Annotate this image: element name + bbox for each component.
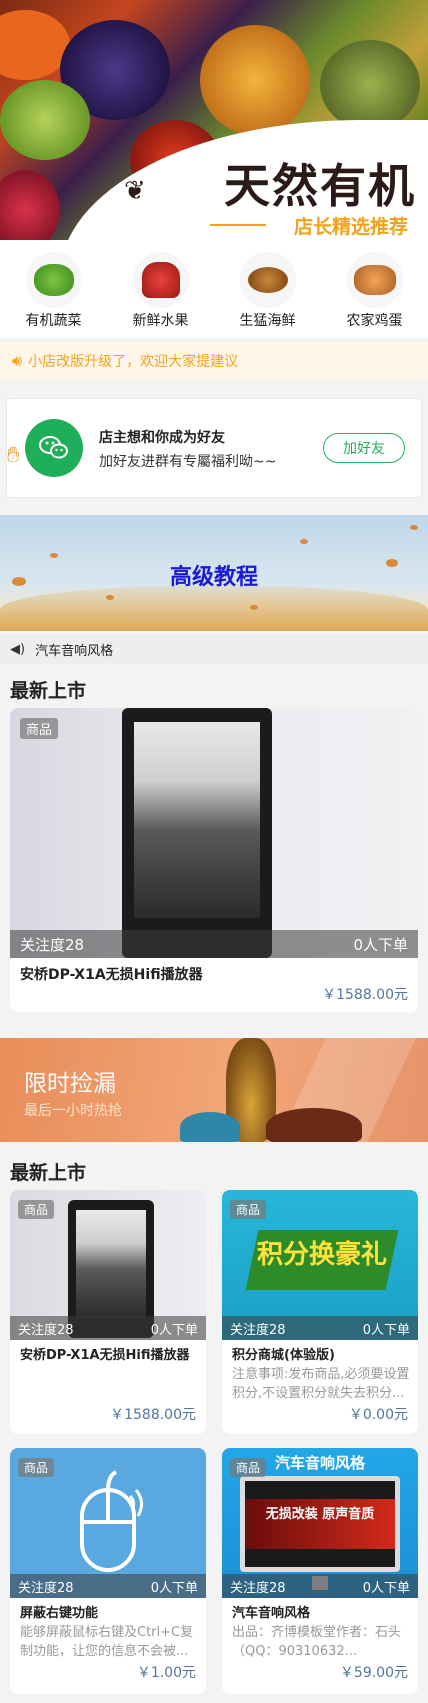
fruit-basket-icon (132, 252, 189, 308)
product-thumbnail: 商品 关注度28 0人下单 (10, 1448, 206, 1598)
product-thumbnail: 积分换豪礼 商品 关注度28 0人下单 (222, 1190, 418, 1340)
product-price: ￥1588.00元 (322, 987, 408, 1003)
speaker-icon: 🔊︎ (12, 351, 23, 370)
section-title: 最新上市 (10, 680, 87, 702)
teapot-image (180, 1112, 240, 1142)
attention-count: 关注度28 (18, 1580, 74, 1596)
notice-text: 小店改版升级了，欢迎大家提建议 (28, 354, 239, 370)
points-banner-text: 积分换豪礼 (256, 1240, 387, 1270)
wechat-icon (25, 419, 83, 477)
product-card[interactable]: 汽车音响风格 无损改装 原声音质 商品 关注度28 0人下单 汽车音响风格 出品… (222, 1448, 418, 1694)
product-stats: 关注度28 0人下单 (10, 930, 418, 958)
order-count: 0人下单 (150, 1322, 198, 1338)
friend-card-title: 店主想和你成为好友 (99, 430, 225, 446)
pineapple-image (200, 25, 310, 135)
audio-text: 汽车音响风格 (35, 643, 114, 659)
category-item-fruit[interactable]: 新鲜水果 (107, 240, 214, 338)
green-grapes-image (0, 80, 90, 160)
product-card[interactable]: 商品 关注度28 0人下单 安桥DP-X1A无损Hifi播放器 ￥1588.00… (10, 708, 418, 1012)
product-description: 出品：齐博模板堂作者：石头（QQ：90310632... (232, 1625, 402, 1659)
category-item-vegetables[interactable]: 有机蔬菜 (0, 240, 107, 338)
product-price: ￥59.00元 (339, 1665, 408, 1681)
product-thumbnail: 商品 关注度28 0人下单 (10, 708, 418, 958)
order-count: 0人下单 (362, 1322, 410, 1338)
product-stats: 关注度28 0人下单 (10, 1316, 206, 1340)
attention-count: 关注度28 (230, 1322, 286, 1338)
tutorial-title: 高级教程 (169, 565, 258, 590)
product-tag: 商品 (18, 1200, 55, 1219)
product-name: 安桥DP-X1A无损Hifi播放器 (20, 1348, 190, 1363)
category-nav: 有机蔬菜 新鲜水果 生猛海鲜 农家鸡蛋 (0, 240, 428, 338)
leaf-icon (50, 553, 58, 558)
volume-icon: ◀︎) (10, 641, 26, 657)
product-card[interactable]: 积分换豪礼 商品 关注度28 0人下单 积分商城(体验版) 注意事项:发布商品,… (222, 1190, 418, 1434)
leaf-icon (250, 605, 258, 610)
add-friend-button[interactable]: 加好友 (323, 433, 405, 463)
product-name: 屏蔽右键功能 (20, 1606, 99, 1621)
strawberry-image (0, 170, 60, 240)
product-price: ￥0.00元 (348, 1407, 408, 1423)
attention-count: 关注度28 (20, 935, 85, 954)
crayfish-icon (239, 252, 296, 308)
hero-subtitle: 店长精选推荐 (293, 216, 408, 238)
handshake-icon: ✋︎ (7, 443, 20, 468)
lettuce-icon (25, 252, 82, 308)
product-tag: 商品 (20, 718, 59, 739)
car-audio-slogan: 无损改装 原声音质 (265, 1507, 375, 1522)
product-tag: 商品 (230, 1458, 267, 1477)
product-stats: 关注度28 0人下单 (222, 1574, 418, 1598)
tutorial-banner[interactable]: 高级教程 (0, 515, 428, 631)
leaf-icon (300, 539, 308, 544)
category-item-eggs[interactable]: 农家鸡蛋 (321, 240, 428, 338)
product-description: 能够屏蔽鼠标右键及Ctrl+C复制功能，让您的信息不会被... (20, 1625, 194, 1659)
monitor-image: 无损改装 原声音质 (240, 1476, 400, 1572)
player-device-image (122, 708, 272, 958)
flash-sale-subtitle: 最后一小时热抢 (24, 1103, 122, 1119)
product-tag: 商品 (18, 1458, 55, 1477)
product-description: 注意事项:发布商品,必须要设置积分,不设置积分就失去积分... (232, 1367, 410, 1401)
order-count: 0人下单 (353, 935, 408, 954)
product-card[interactable]: 商品 关注度28 0人下单 安桥DP-X1A无损Hifi播放器 ￥1588.00… (10, 1190, 206, 1434)
product-tag: 商品 (230, 1200, 267, 1219)
product-name: 汽车音响风格 (232, 1606, 311, 1621)
friend-card-subtitle: 加好友进群有专屬福利呦~~ (99, 454, 277, 470)
product-price: ￥1588.00元 (110, 1407, 196, 1423)
attention-count: 关注度28 (18, 1322, 74, 1338)
category-label: 生猛海鲜 (239, 313, 296, 329)
flash-sale-title: 限时捡漏 (24, 1071, 116, 1097)
wheat-field-image (0, 585, 428, 631)
flash-sale-banner[interactable]: 限时捡漏 最后一小时热抢 (0, 1038, 428, 1142)
product-price: ￥1.00元 (136, 1665, 196, 1681)
category-item-seafood[interactable]: 生猛海鲜 (214, 240, 321, 338)
leaf-icon (410, 525, 418, 530)
attention-count: 关注度28 (230, 1580, 286, 1596)
subtitle-line (210, 224, 266, 226)
notice-bar[interactable]: 🔊︎ 小店改版升级了，欢迎大家提建议 (0, 342, 428, 380)
product-thumbnail: 商品 关注度28 0人下单 (10, 1190, 206, 1340)
product-stats: 关注度28 0人下单 (222, 1316, 418, 1340)
section-title: 最新上市 (10, 1162, 87, 1184)
leaf-icon (106, 595, 114, 600)
clay-teapot-image (266, 1108, 362, 1142)
category-label: 有机蔬菜 (25, 313, 82, 329)
hero-banner[interactable]: ❦ 天然有机 店长精选推荐 (0, 0, 428, 240)
product-thumbnail: 汽车音响风格 无损改装 原声音质 商品 关注度28 0人下单 (222, 1448, 418, 1598)
durian-image (320, 40, 420, 130)
category-label: 农家鸡蛋 (346, 313, 403, 329)
product-card[interactable]: 商品 关注度28 0人下单 屏蔽右键功能 能够屏蔽鼠标右键及Ctrl+C复制功能… (10, 1448, 206, 1694)
order-count: 0人下单 (150, 1580, 198, 1596)
hero-title: 天然有机 (224, 159, 416, 213)
audio-bar[interactable]: ◀︎) 汽车音响风格 (0, 634, 428, 664)
category-label: 新鲜水果 (132, 313, 189, 329)
product-stats: 关注度28 0人下单 (10, 1574, 206, 1598)
eggs-icon (346, 252, 403, 308)
product-name: 积分商城(体验版) (232, 1348, 335, 1363)
product-name: 安桥DP-X1A无损Hifi播放器 (20, 967, 203, 983)
leaf-icon: ❦ (124, 176, 146, 206)
order-count: 0人下单 (362, 1580, 410, 1596)
add-friend-card: ✋︎ 店主想和你成为好友 加好友进群有专屬福利呦~~ 加好友 (6, 398, 422, 498)
mouse-icon (80, 1470, 143, 1572)
